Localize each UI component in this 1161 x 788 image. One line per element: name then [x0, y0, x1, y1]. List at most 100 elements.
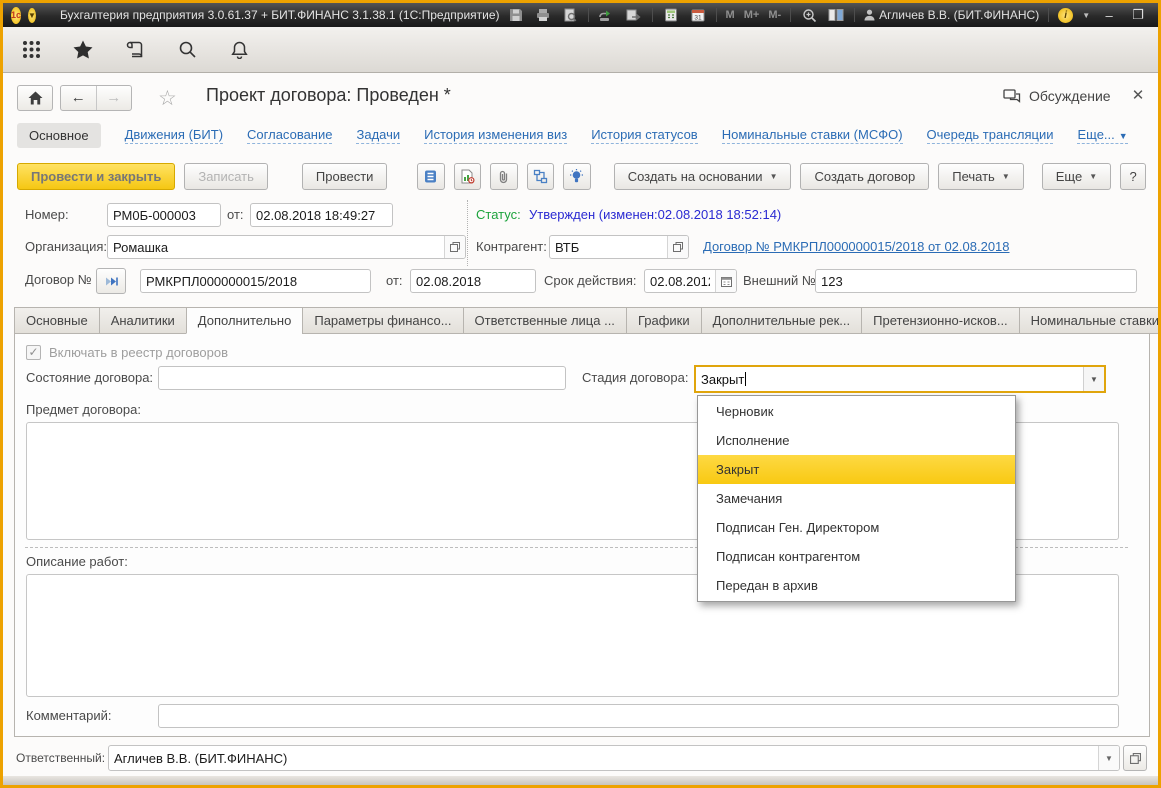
tab-financing-params[interactable]: Параметры финансо...: [302, 307, 463, 334]
zoom-icon[interactable]: [800, 6, 818, 24]
organization-label: Организация:: [25, 239, 108, 254]
tab-more[interactable]: Еще... ▼: [1077, 127, 1128, 144]
tab-translation-queue[interactable]: Очередь трансляции: [926, 127, 1054, 144]
print-icon[interactable]: [534, 6, 552, 24]
tab-status-history[interactable]: История статусов: [591, 127, 698, 144]
print-preview-icon[interactable]: [561, 6, 579, 24]
tab-responsible-persons[interactable]: Ответственные лица ...: [462, 307, 626, 334]
validity-input[interactable]: [645, 270, 715, 292]
fast-forward-icon: [105, 277, 118, 285]
tab-nominal-rates-ifrs[interactable]: Номинальные ставки (МСФО): [721, 127, 903, 144]
memory-recall-button[interactable]: М: [726, 9, 735, 21]
dropdown-item-closed[interactable]: Закрыт: [698, 455, 1015, 484]
tab-movements-bit[interactable]: Движения (БИТ): [124, 127, 224, 144]
go-to-link-icon[interactable]: [625, 6, 643, 24]
favorites-star-icon[interactable]: [72, 39, 94, 61]
tab-approval[interactable]: Согласование: [247, 127, 333, 144]
tab-claims[interactable]: Претензионно-исков...: [861, 307, 1019, 334]
date-input[interactable]: [250, 203, 393, 227]
include-registry-label: Включать в реестр договоров: [49, 345, 228, 360]
counterparty-input[interactable]: [550, 236, 667, 258]
hint-button[interactable]: [563, 163, 591, 190]
tab-schedules[interactable]: Графики: [625, 307, 701, 334]
window-title: Бухгалтерия предприятия 3.0.61.37 + БИТ.…: [59, 8, 500, 22]
number-input[interactable]: [107, 203, 221, 227]
calendar-icon[interactable]: 31: [689, 6, 707, 24]
tab-analytics[interactable]: Аналитики: [98, 307, 186, 334]
contract-date-input[interactable]: [410, 269, 536, 293]
tab-additional-details[interactable]: Дополнительные рек...: [700, 307, 862, 334]
system-menu-icon[interactable]: ▼: [28, 7, 36, 23]
organization-input[interactable]: [108, 236, 444, 258]
favorite-star-icon[interactable]: ☆: [158, 86, 177, 111]
create-contract-button[interactable]: Создать договор: [800, 163, 930, 190]
contract-state-input[interactable]: [158, 366, 566, 390]
posting-report-button[interactable]: [453, 163, 482, 190]
post-and-close-button[interactable]: Провести и закрыть: [17, 163, 176, 190]
tab-visa-history[interactable]: История изменения виз: [424, 127, 568, 144]
comment-input[interactable]: [158, 704, 1119, 728]
responsible-choose-button[interactable]: [1123, 745, 1147, 771]
current-user-chip[interactable]: Агличев В.В. (БИТ.ФИНАНС): [864, 8, 1039, 22]
discussion-icon: [1003, 88, 1021, 103]
dropdown-item-signed-gendir[interactable]: Подписан Ген. Директором: [698, 513, 1015, 542]
print-button[interactable]: Печать ▼: [938, 163, 1024, 190]
contract-stage-value: Закрыт: [701, 371, 745, 387]
back-button[interactable]: ←: [61, 86, 97, 110]
contract-stage-dropdown-button[interactable]: ▼: [1083, 367, 1104, 391]
post-button[interactable]: Провести: [301, 163, 388, 190]
write-button[interactable]: Записать: [184, 163, 268, 190]
responsible-field: ▼: [108, 745, 1120, 771]
search-icon[interactable]: [176, 39, 198, 61]
contract-stage-combo[interactable]: Закрыт ▼: [694, 365, 1106, 393]
dropdown-item-draft[interactable]: Черновик: [698, 397, 1015, 426]
register-records-button[interactable]: [416, 163, 445, 190]
structure-subordination-button[interactable]: [526, 163, 555, 190]
more-button[interactable]: Еще ▼: [1041, 163, 1112, 190]
dropdown-item-execution[interactable]: Исполнение: [698, 426, 1015, 455]
organization-choose-button[interactable]: [444, 236, 465, 258]
dropdown-item-remarks[interactable]: Замечания: [698, 484, 1015, 513]
calculator-icon[interactable]: [662, 6, 680, 24]
responsible-input[interactable]: [109, 746, 1098, 770]
memory-subtract-button[interactable]: М-: [768, 9, 781, 21]
tab-additional[interactable]: Дополнительно: [185, 307, 303, 334]
validity-calendar-button[interactable]: [715, 270, 736, 292]
history-icon[interactable]: [124, 39, 146, 61]
info-icon[interactable]: i: [1058, 7, 1074, 23]
dropdown-item-archived[interactable]: Передан в архив: [698, 571, 1015, 600]
status-value-link[interactable]: Утвержден (изменен:02.08.2018 18:52:14): [529, 203, 781, 227]
external-no-input[interactable]: [815, 269, 1137, 293]
contract-link[interactable]: Договор № РМКРПЛ000000015/2018 от 02.08.…: [703, 235, 1010, 259]
split-window-icon[interactable]: [827, 6, 845, 24]
notifications-bell-icon[interactable]: [228, 39, 250, 61]
contract-number-settings-button[interactable]: [96, 268, 126, 294]
memory-add-button[interactable]: М+: [744, 9, 760, 21]
get-link-icon[interactable]: [598, 6, 616, 24]
tab-nominal-rates[interactable]: Номинальные ставки: [1018, 307, 1158, 334]
attachments-button[interactable]: [490, 163, 518, 190]
app-window: 1с ▼ Бухгалтерия предприятия 3.0.61.37 +…: [0, 0, 1161, 788]
tab-main[interactable]: Основное: [17, 122, 101, 148]
home-button[interactable]: [17, 85, 53, 111]
close-window-button[interactable]: ✕: [1157, 7, 1158, 23]
maximize-button[interactable]: ❐: [1128, 7, 1148, 23]
counterparty-choose-button[interactable]: [667, 236, 688, 258]
close-form-button[interactable]: ✕: [1128, 86, 1148, 104]
include-registry-checkbox[interactable]: ✓: [26, 345, 41, 360]
main-menu-grid-icon[interactable]: [20, 39, 42, 61]
contract-no-input[interactable]: [140, 269, 371, 293]
user-name: Агличев В.В. (БИТ.ФИНАНС): [879, 8, 1040, 22]
create-based-on-button[interactable]: Создать на основании ▼: [613, 163, 792, 190]
lightbulb-icon: [570, 169, 584, 183]
forward-button[interactable]: →: [97, 86, 132, 110]
minimize-button[interactable]: –: [1099, 8, 1119, 23]
dropdown-item-signed-counterparty[interactable]: Подписан контрагентом: [698, 542, 1015, 571]
discussion-button[interactable]: Обсуждение: [1003, 88, 1111, 104]
save-icon[interactable]: [507, 6, 525, 24]
chevron-down-icon[interactable]: ▼: [1082, 11, 1090, 20]
tab-tasks[interactable]: Задачи: [356, 127, 401, 144]
help-button[interactable]: ?: [1120, 163, 1147, 190]
responsible-dropdown-button[interactable]: ▼: [1098, 746, 1119, 770]
tab-basic[interactable]: Основные: [14, 307, 99, 334]
